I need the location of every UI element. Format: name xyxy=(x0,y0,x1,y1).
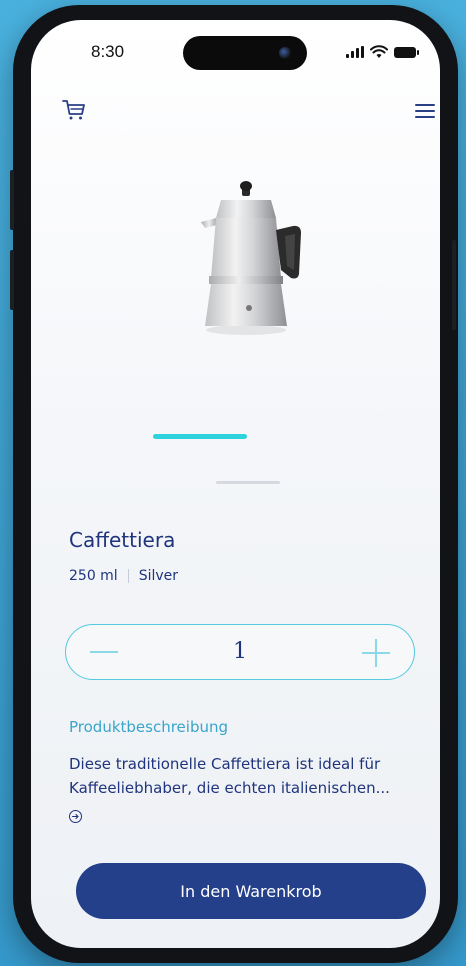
camera-icon xyxy=(279,47,291,59)
description-title: Produktbeschreibung xyxy=(69,718,229,736)
add-to-cart-button[interactable]: In den Warenkrob xyxy=(76,863,426,919)
product-meta: 250 ml Silver xyxy=(69,568,178,584)
description-text: Diese traditionelle Caffettiera ist idea… xyxy=(69,755,390,797)
product-color: Silver xyxy=(138,568,179,584)
product-name: Caffettiera xyxy=(69,528,176,552)
battery-icon xyxy=(394,46,419,58)
status-time: 8:30 xyxy=(91,42,125,61)
cart-icon[interactable] xyxy=(61,98,87,122)
signal-icon xyxy=(346,46,364,58)
arrow-circle-right-icon[interactable] xyxy=(69,810,82,823)
app-screen: 8:30 Caffettiera 250 ml Silver 1 Produkt… xyxy=(31,20,440,948)
status-icons xyxy=(346,45,419,59)
phone-side-button xyxy=(10,250,14,310)
product-volume: 250 ml xyxy=(69,568,118,584)
wifi-icon xyxy=(370,45,388,58)
meta-divider xyxy=(127,569,129,583)
dynamic-island xyxy=(183,36,307,70)
moka-pot-image xyxy=(201,181,301,335)
phone-side-button xyxy=(452,240,456,330)
phone-side-button xyxy=(10,170,14,230)
hamburger-menu-icon[interactable] xyxy=(415,104,435,120)
increase-button[interactable] xyxy=(362,639,390,667)
sheet-drag-handle[interactable] xyxy=(216,481,280,484)
quantity-stepper: 1 xyxy=(65,624,415,680)
carousel-indicator-active[interactable] xyxy=(153,434,247,439)
